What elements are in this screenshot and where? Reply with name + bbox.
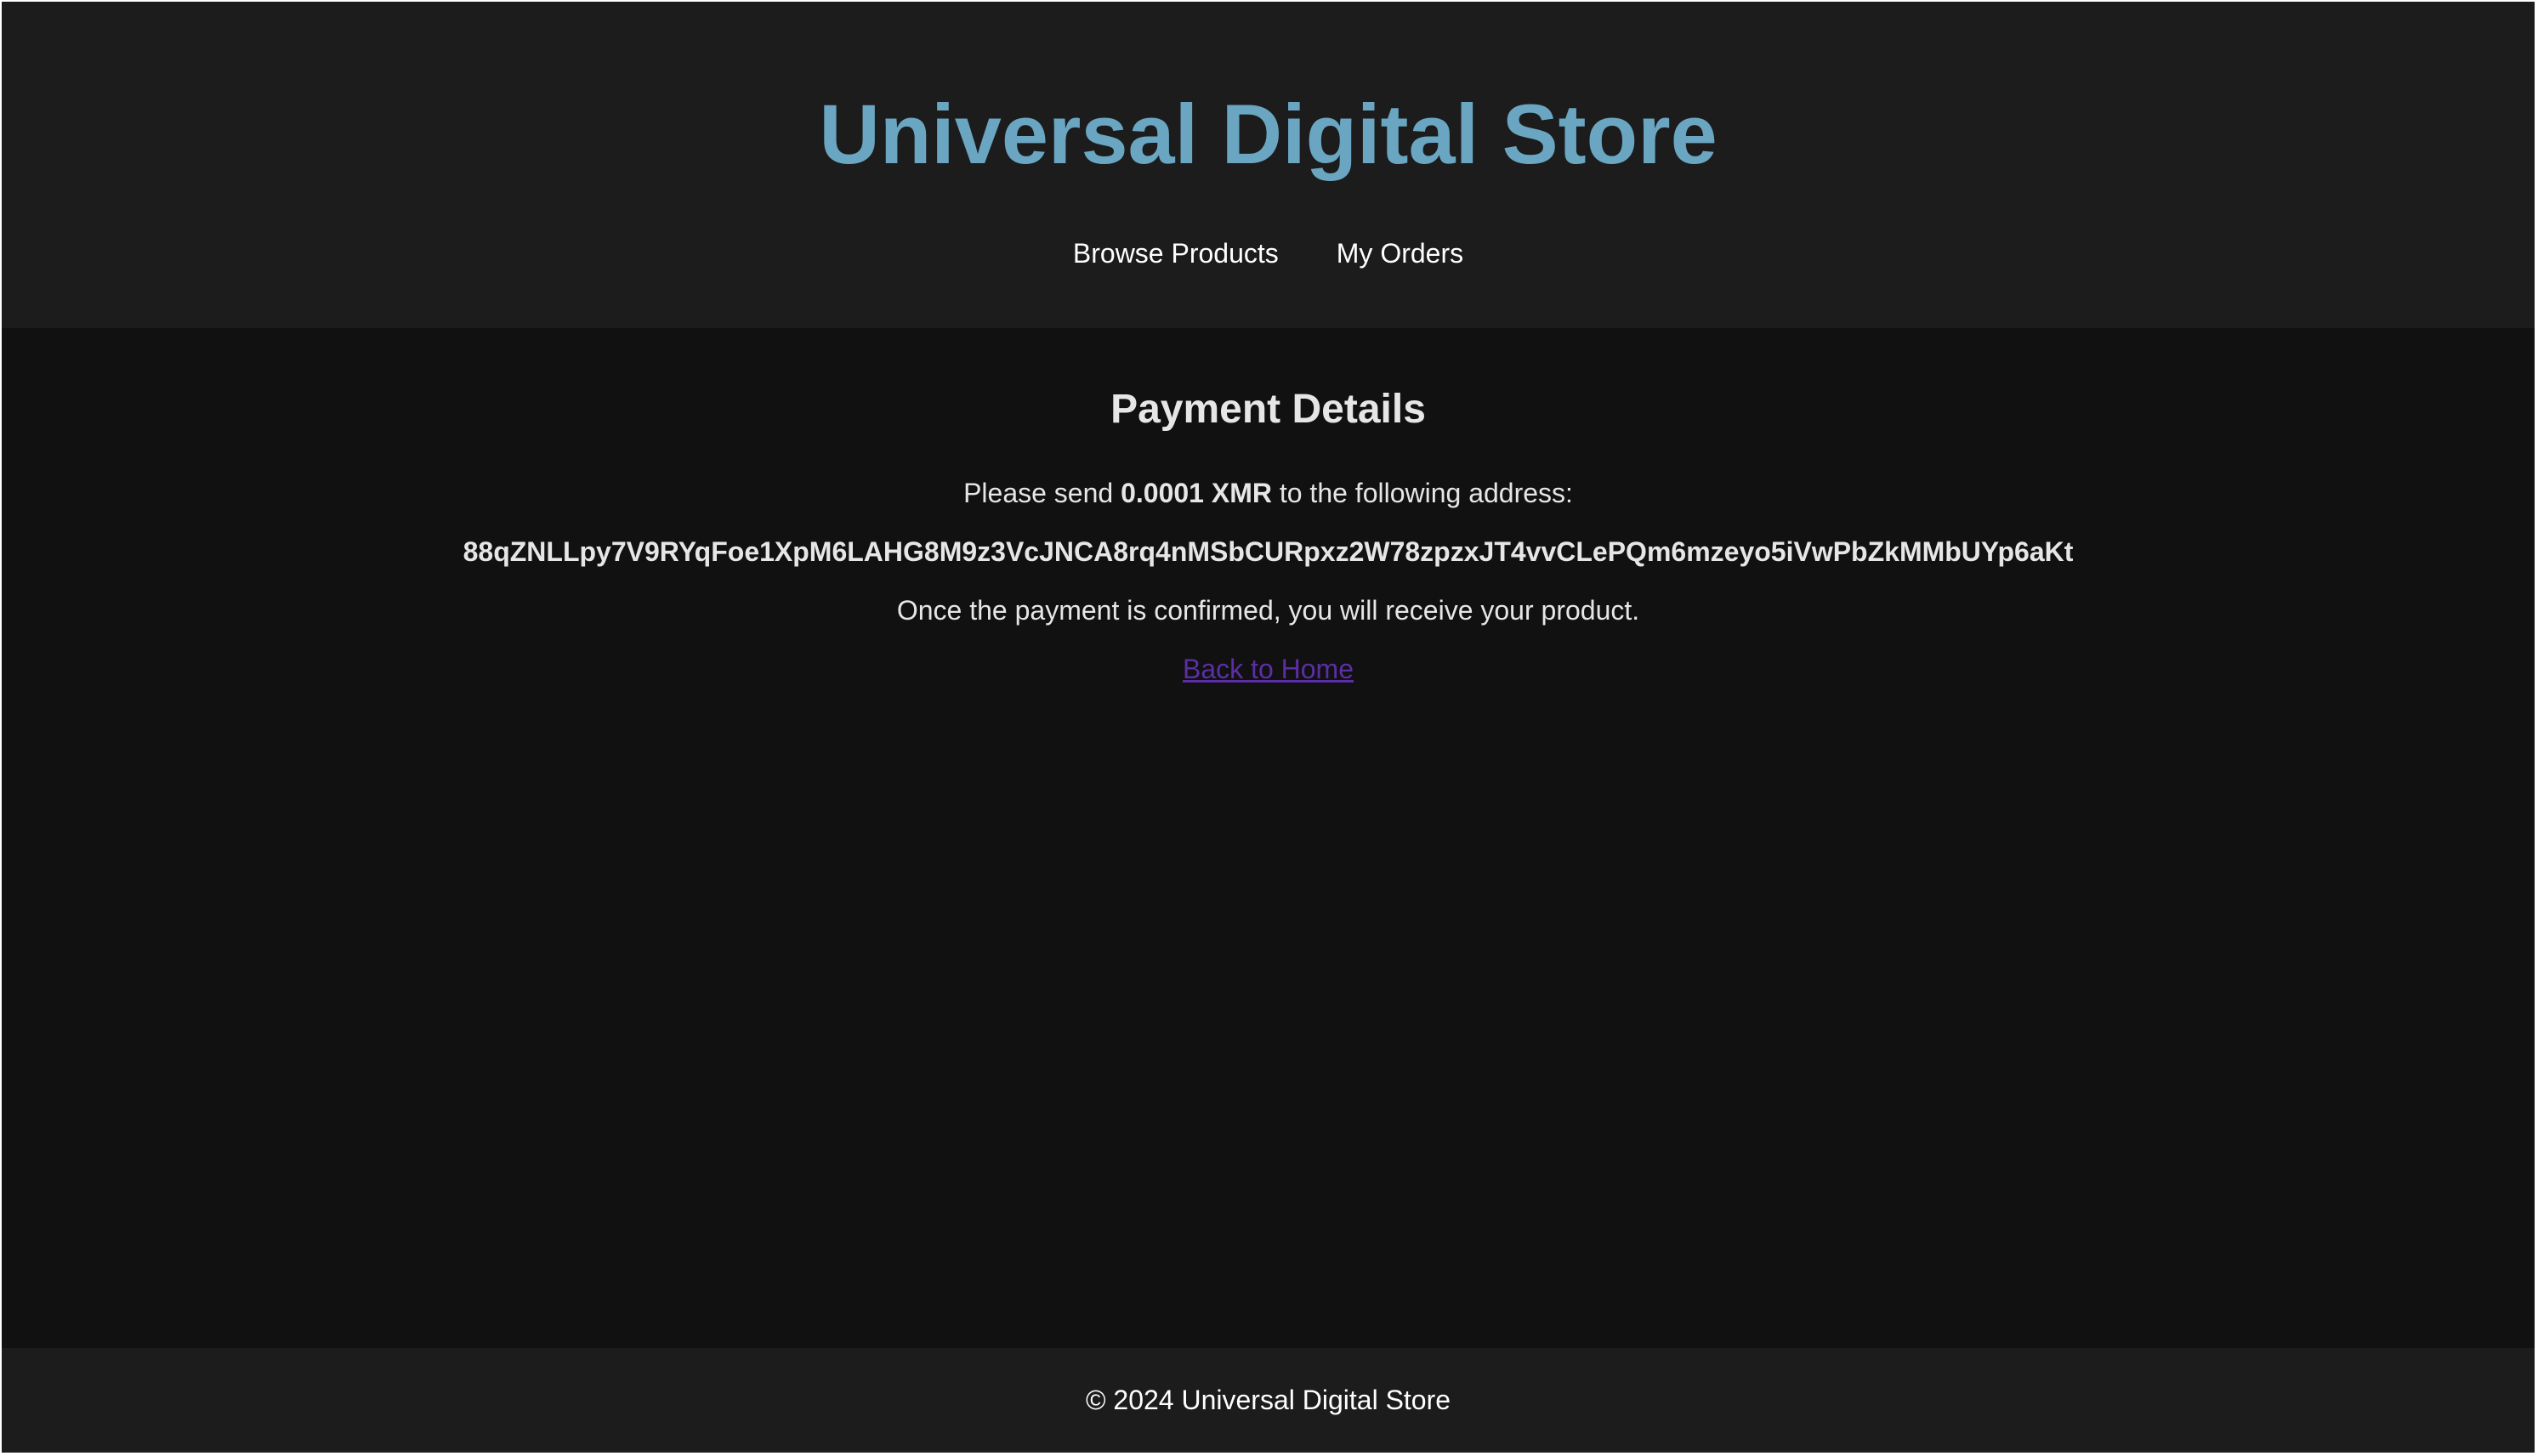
payment-section: Payment Details Please send 0.0001 XMR t… (2, 328, 2535, 1348)
nav-browse-products[interactable]: Browse Products (1073, 233, 1279, 274)
back-to-home-link[interactable]: Back to Home (1183, 654, 1354, 684)
nav-my-orders[interactable]: My Orders (1337, 233, 1463, 274)
payment-instruction: Please send 0.0001 XMR to the following … (2, 474, 2535, 512)
wallet-address[interactable]: 88qZNLLpy7V9RYqFoe1XpM6LAHG8M9z3VcJNCA8r… (2, 533, 2535, 570)
site-title: Universal Digital Store (819, 87, 1718, 181)
footer-copyright: © 2024 Universal Digital Store (1085, 1385, 1451, 1415)
site-footer: © 2024 Universal Digital Store (2, 1348, 2535, 1453)
main-nav: Browse Products My Orders (2, 233, 2535, 274)
payment-heading: Payment Details (1110, 387, 1426, 432)
site-header: Universal Digital Store Browse Products … (2, 2, 2535, 328)
instruction-prefix: Please send (963, 478, 1114, 508)
payment-amount: 0.0001 XMR (1121, 478, 1272, 508)
confirmation-text: Once the payment is confirmed, you will … (896, 595, 1640, 626)
back-link-row: Back to Home (2, 650, 2535, 688)
instruction-suffix: to the following address: (1279, 478, 1573, 508)
page: Universal Digital Store Browse Products … (2, 2, 2535, 1453)
